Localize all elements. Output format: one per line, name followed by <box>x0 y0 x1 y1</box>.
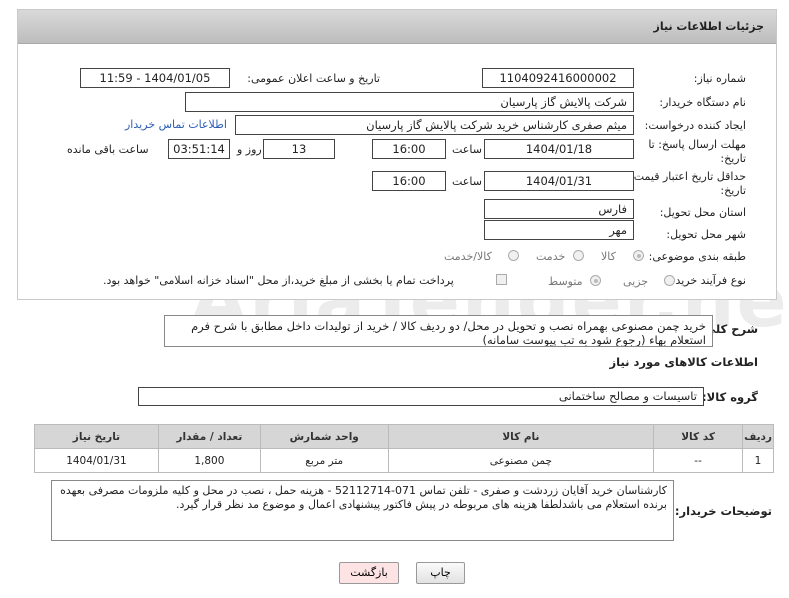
back-button[interactable]: بازگشت <box>339 562 399 584</box>
need-number-field: 1104092416000002 <box>482 68 634 88</box>
category-radio-service[interactable] <box>573 250 584 261</box>
col-date: تاریخ نیاز <box>34 424 159 449</box>
buyer-org-field: شرکت پالایش گاز پارسیان <box>185 92 634 112</box>
announce-label: تاریخ و ساعت اعلان عمومی: <box>247 72 380 85</box>
cell-qty: 1,800 <box>157 448 261 473</box>
city-label: شهر محل تحویل: <box>666 228 746 241</box>
category-option-goods: کالا <box>601 250 616 263</box>
deadline-label: مهلت ارسال پاسخ: تا <box>648 138 746 151</box>
process-label: نوع فرآیند خرید : <box>668 274 746 287</box>
treasury-checkbox[interactable] <box>496 274 507 285</box>
validity-date-field: 1404/01/31 <box>484 171 634 191</box>
goods-group-label: گروه کالا: <box>702 390 758 404</box>
col-qty: تعداد / مقدار <box>157 424 261 449</box>
need-number-label: شماره نیاز: <box>693 72 746 85</box>
buyer-notes-textarea[interactable]: کارشناسان خرید آقایان زردشت و صفری - تلف… <box>51 480 674 541</box>
buyer-contact-link[interactable]: اطلاعات تماس خریدار <box>125 118 227 131</box>
cell-row: 1 <box>742 448 774 473</box>
process-radio-medium[interactable] <box>590 275 601 286</box>
buyer-org-label: نام دستگاه خریدار: <box>659 96 746 109</box>
category-radio-goods[interactable] <box>633 250 644 261</box>
days-label: روز و <box>237 143 262 156</box>
summary-textarea[interactable]: خرید چمن مصنوعی بهمراه نصب و تحویل در مح… <box>164 315 713 347</box>
deadline-label-date: تاریخ: <box>720 152 746 165</box>
process-radio-minor[interactable] <box>664 275 675 286</box>
province-field: فارس <box>484 199 634 219</box>
col-code: کد کالا <box>653 424 744 449</box>
table-header-row: ردیف کد کالا نام کالا واحد شمارش تعداد /… <box>34 424 774 449</box>
col-name: نام کالا <box>387 424 655 449</box>
table-row[interactable]: 1 -- چمن مصنوعی متر مربع 1,800 1404/01/3… <box>34 448 774 473</box>
deadline-time-label: ساعت <box>452 143 482 156</box>
col-unit: واحد شمارش <box>259 424 389 449</box>
deadline-date-field: 1404/01/18 <box>484 139 634 159</box>
announce-field: 1404/01/05 - 11:59 <box>80 68 230 88</box>
col-row: ردیف <box>742 424 774 449</box>
cell-date: 1404/01/31 <box>34 448 159 473</box>
category-label: طبقه بندی موضوعی: <box>648 250 746 263</box>
days-remaining-field: 13 <box>263 139 335 159</box>
goods-group-field: تاسیسات و مصالح ساختمانی <box>138 387 704 406</box>
creator-label: ایجاد کننده درخواست: <box>644 119 746 132</box>
category-option-service: خدمت <box>536 250 566 263</box>
cell-code: -- <box>653 448 744 473</box>
deadline-time-field: 16:00 <box>372 139 446 159</box>
creator-field: میثم صفری کارشناس خرید شرکت پالایش گاز پ… <box>235 115 634 135</box>
treasury-note: پرداخت تمام یا بخشی از مبلغ خرید،از محل … <box>103 274 454 287</box>
category-option-both: کالا/خدمت <box>444 250 492 263</box>
panel-title: جزئیات اطلاعات نیاز <box>653 20 765 33</box>
goods-info-title: اطلاعات کالاهای مورد نیاز <box>609 355 758 369</box>
buyer-notes-label: توضیحات خریدار: <box>674 504 772 518</box>
goods-table: ردیف کد کالا نام کالا واحد شمارش تعداد /… <box>34 424 774 473</box>
cell-unit: متر مربع <box>259 448 389 473</box>
time-remaining-label: ساعت باقی مانده <box>67 143 149 156</box>
province-label: استان محل تحویل: <box>659 206 746 219</box>
panel-header: جزئیات اطلاعات نیاز <box>18 10 776 44</box>
validity-time-field: 16:00 <box>372 171 446 191</box>
cell-name: چمن مصنوعی <box>387 448 655 473</box>
validity-label: حداقل تاریخ اعتبار قیمت: تا <box>620 170 746 183</box>
city-field: مهر <box>484 220 634 240</box>
category-radio-both[interactable] <box>508 250 519 261</box>
process-option-medium: متوسط <box>548 275 583 288</box>
validity-label-date: تاریخ: <box>720 184 746 197</box>
process-option-minor: جزیی <box>623 275 649 288</box>
validity-time-label: ساعت <box>452 175 482 188</box>
time-remaining-field: 03:51:14 <box>168 139 230 159</box>
print-button[interactable]: چاپ <box>416 562 465 584</box>
